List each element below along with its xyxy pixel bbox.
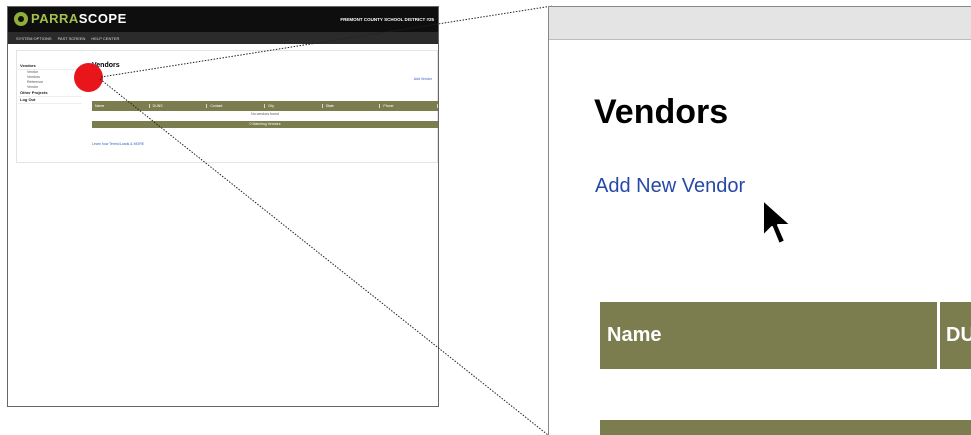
column-header-duns[interactable]: DU — [940, 302, 971, 369]
zoomed-table-bar — [600, 420, 971, 435]
add-new-vendor-link[interactable]: Add New Vendor — [595, 175, 745, 198]
zoomed-header-strip — [549, 7, 971, 40]
mouse-cursor-icon — [762, 199, 792, 245]
zoom-line-bottom — [99, 78, 549, 435]
zoomed-table-header: Name DU — [600, 302, 971, 369]
zoomed-view: Vendors Add New Vendor Name DU — [548, 6, 971, 435]
zoomed-page-title: Vendors — [594, 93, 729, 131]
column-header-name[interactable]: Name — [600, 302, 937, 369]
zoom-line-top — [100, 5, 553, 78]
